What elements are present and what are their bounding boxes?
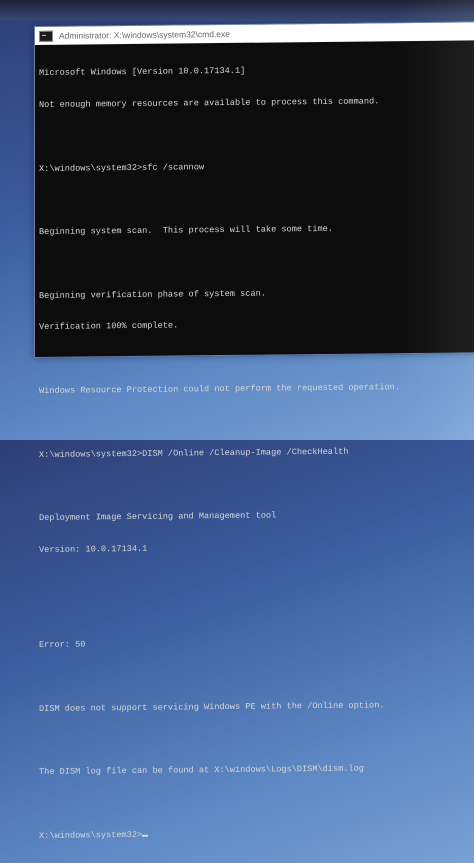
console-output[interactable]: Microsoft Windows [Version 10.0.17134.1]…	[35, 40, 474, 862]
console-line: Microsoft Windows [Version 10.0.17134.1]	[39, 65, 246, 79]
cmd-icon	[39, 30, 53, 42]
console-line: Windows Resource Protection could not pe…	[39, 382, 400, 396]
prompt-line[interactable]: X:\windows\system32>	[39, 826, 469, 841]
text-cursor	[142, 834, 149, 837]
console-line: X:\windows\system32>sfc /scannow	[39, 161, 205, 174]
window-title: Administrator: X:\windows\system32\cmd.e…	[59, 28, 231, 41]
console-line: Error: 50	[39, 639, 86, 651]
prompt-text: X:\windows\system32>	[39, 829, 143, 841]
console-line: Beginning verification phase of system s…	[39, 288, 266, 301]
cmd-window[interactable]: Administrator: X:\windows\system32\cmd.e…	[34, 21, 474, 841]
console-line: The DISM log file can be found at X:\win…	[39, 763, 364, 778]
console-line: DISM does not support servicing Windows …	[39, 700, 385, 714]
console-line: Beginning system scan. This process will…	[39, 223, 333, 238]
console-line: Verification 100% complete.	[39, 320, 179, 333]
console-line: X:\windows\system32>DISM /Online /Cleanu…	[39, 446, 349, 460]
console-line: Version: 10.0.17134.1	[39, 543, 148, 555]
console-line: Deployment Image Servicing and Managemen…	[39, 510, 277, 524]
console-line: Not enough memory resources are availabl…	[39, 96, 380, 110]
monitor-bezel	[0, 0, 474, 20]
